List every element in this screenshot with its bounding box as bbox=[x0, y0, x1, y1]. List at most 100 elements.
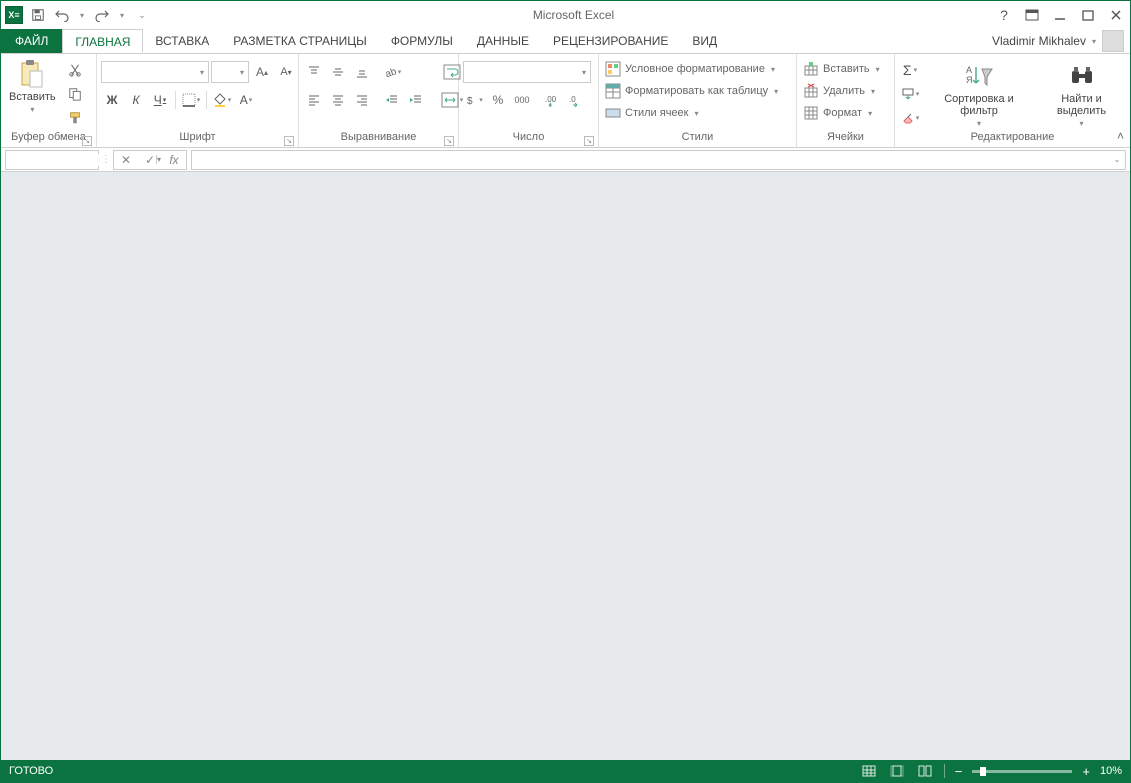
cut-button[interactable] bbox=[64, 59, 86, 81]
redo-dropdown[interactable]: ▾ bbox=[117, 6, 127, 24]
underline-button[interactable]: Ч▾ bbox=[149, 89, 171, 111]
font-name-select[interactable]: ▾ bbox=[101, 61, 209, 83]
fill-color-button[interactable]: ▾ bbox=[211, 89, 233, 111]
tab-data[interactable]: ДАННЫЕ bbox=[465, 29, 541, 53]
binoculars-icon bbox=[1067, 61, 1097, 91]
tab-page-layout[interactable]: РАЗМЕТКА СТРАНИЦЫ bbox=[221, 29, 379, 53]
ribbon-display-button[interactable] bbox=[1024, 7, 1040, 23]
align-center-button[interactable] bbox=[327, 89, 349, 111]
orientation-button[interactable]: ab▾ bbox=[381, 61, 403, 83]
help-button[interactable]: ? bbox=[996, 7, 1012, 23]
insert-function-button[interactable]: fx bbox=[162, 151, 186, 169]
accounting-format-button[interactable]: $▾ bbox=[463, 89, 485, 111]
save-button[interactable] bbox=[29, 6, 47, 24]
decrease-decimal-button[interactable]: .0 bbox=[565, 89, 587, 111]
name-box[interactable]: ▾ bbox=[5, 150, 99, 170]
align-right-button[interactable] bbox=[351, 89, 373, 111]
insert-cells-label: Вставить bbox=[823, 63, 870, 75]
close-button[interactable] bbox=[1108, 7, 1124, 23]
increase-indent-button[interactable] bbox=[405, 89, 427, 111]
align-left-button[interactable] bbox=[303, 89, 325, 111]
delete-cells-icon bbox=[803, 83, 819, 99]
font-size-select[interactable]: ▾ bbox=[211, 61, 249, 83]
delete-cells-button[interactable]: Удалить▾ bbox=[801, 81, 877, 101]
zoom-in-button[interactable]: + bbox=[1082, 764, 1090, 779]
cell-styles-button[interactable]: Стили ячеек▾ bbox=[603, 103, 701, 123]
sort-filter-icon: АЯ bbox=[964, 61, 994, 91]
cell-styles-label: Стили ячеек bbox=[625, 107, 688, 119]
decrease-indent-button[interactable] bbox=[381, 89, 403, 111]
svg-text:$: $ bbox=[467, 96, 473, 107]
page-layout-view-button[interactable] bbox=[888, 763, 906, 779]
chevron-down-icon: ▾ bbox=[30, 105, 34, 114]
format-as-table-button[interactable]: Форматировать как таблицу▾ bbox=[603, 81, 780, 101]
autosum-button[interactable]: Σ▾ bbox=[899, 59, 921, 81]
group-label-clipboard: Буфер обмена bbox=[11, 131, 86, 143]
paste-button[interactable]: Вставить ▾ bbox=[5, 57, 60, 116]
number-format-select[interactable]: ▾ bbox=[463, 61, 591, 83]
cancel-formula-button[interactable]: ✕ bbox=[114, 151, 138, 169]
status-bar: ГОТОВО − + 10% bbox=[1, 760, 1130, 782]
group-label-editing: Редактирование bbox=[971, 131, 1055, 143]
increase-font-button[interactable]: A▴ bbox=[251, 61, 273, 83]
clear-button[interactable]: ▾ bbox=[899, 107, 921, 129]
align-middle-button[interactable] bbox=[327, 61, 349, 83]
alignment-dialog-launcher[interactable]: ↘ bbox=[444, 136, 454, 146]
tab-file[interactable]: ФАЙЛ bbox=[1, 29, 62, 53]
font-color-button[interactable]: A▾ bbox=[235, 89, 257, 111]
expand-formula-bar-button[interactable]: ⌄ bbox=[1109, 155, 1125, 164]
tab-home[interactable]: ГЛАВНАЯ bbox=[62, 29, 143, 53]
tab-formulas[interactable]: ФОРМУЛЫ bbox=[379, 29, 465, 53]
table-icon bbox=[605, 83, 621, 99]
format-cells-label: Формат bbox=[823, 107, 862, 119]
borders-button[interactable]: ▾ bbox=[180, 89, 202, 111]
zoom-out-button[interactable]: − bbox=[955, 764, 963, 779]
find-select-button[interactable]: Найти и выделить▾ bbox=[1037, 59, 1126, 130]
comma-format-button[interactable]: 000 bbox=[511, 89, 533, 111]
user-account[interactable]: Vladimir Mikhalev ▾ bbox=[992, 29, 1130, 53]
worksheet-area bbox=[1, 172, 1130, 760]
formula-input-container: ⌄ bbox=[191, 150, 1126, 170]
formula-input[interactable] bbox=[192, 154, 1109, 166]
format-painter-button[interactable] bbox=[64, 107, 86, 129]
normal-view-button[interactable] bbox=[860, 763, 878, 779]
enter-formula-button[interactable]: ✓ bbox=[138, 151, 162, 169]
copy-button[interactable] bbox=[64, 83, 86, 105]
tab-review[interactable]: РЕЦЕНЗИРОВАНИЕ bbox=[541, 29, 680, 53]
group-label-alignment: Выравнивание bbox=[341, 131, 417, 143]
minimize-button[interactable] bbox=[1052, 7, 1068, 23]
fill-button[interactable]: ▾ bbox=[899, 83, 921, 105]
align-bottom-button[interactable] bbox=[351, 61, 373, 83]
italic-button[interactable]: К bbox=[125, 89, 147, 111]
insert-cells-button[interactable]: Вставить▾ bbox=[801, 59, 882, 79]
align-top-button[interactable] bbox=[303, 61, 325, 83]
format-cells-button[interactable]: Формат▾ bbox=[801, 103, 874, 123]
clipboard-dialog-launcher[interactable]: ↘ bbox=[82, 136, 92, 146]
redo-button[interactable] bbox=[93, 6, 111, 24]
maximize-button[interactable] bbox=[1080, 7, 1096, 23]
decrease-font-button[interactable]: A▾ bbox=[275, 61, 297, 83]
group-label-cells: Ячейки bbox=[827, 131, 864, 143]
conditional-formatting-button[interactable]: Условное форматирование▾ bbox=[603, 59, 777, 79]
page-break-view-button[interactable] bbox=[916, 763, 934, 779]
number-dialog-launcher[interactable]: ↘ bbox=[584, 136, 594, 146]
undo-button[interactable] bbox=[53, 6, 71, 24]
tab-insert[interactable]: ВСТАВКА bbox=[143, 29, 221, 53]
svg-text:А: А bbox=[966, 65, 972, 75]
undo-dropdown[interactable]: ▾ bbox=[77, 6, 87, 24]
collapse-ribbon-button[interactable]: ˄ bbox=[1117, 129, 1124, 143]
cell-styles-icon bbox=[605, 105, 621, 121]
tab-view[interactable]: ВИД bbox=[680, 29, 729, 53]
font-dialog-launcher[interactable]: ↘ bbox=[284, 136, 294, 146]
find-select-label: Найти и выделить bbox=[1041, 93, 1122, 117]
percent-format-button[interactable]: % bbox=[487, 89, 509, 111]
zoom-slider[interactable] bbox=[972, 770, 1072, 773]
bold-button[interactable]: Ж bbox=[101, 89, 123, 111]
format-cells-icon bbox=[803, 105, 819, 121]
title-bar: X≡ ▾ ▾ ⌄ Microsoft Excel ? bbox=[1, 1, 1130, 29]
sort-filter-button[interactable]: АЯ Сортировка и фильтр▾ bbox=[927, 59, 1031, 130]
zoom-level[interactable]: 10% bbox=[1100, 765, 1122, 777]
paste-label: Вставить bbox=[9, 91, 56, 103]
increase-decimal-button[interactable]: .00 bbox=[541, 89, 563, 111]
qat-customize[interactable]: ⌄ bbox=[133, 6, 151, 24]
